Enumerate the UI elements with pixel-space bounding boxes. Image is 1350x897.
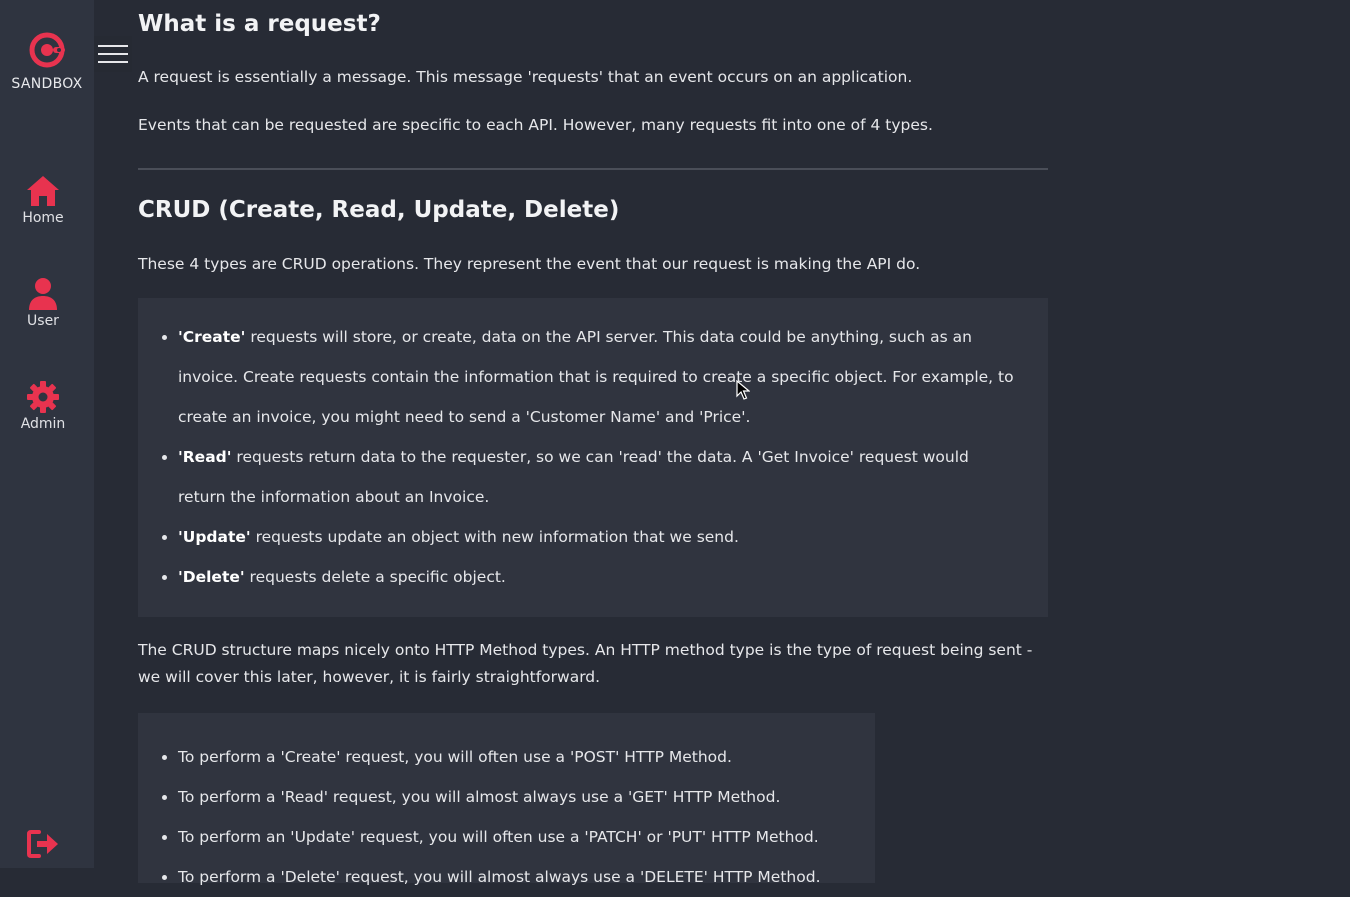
paragraph: A request is essentially a message. This… [138, 68, 913, 86]
list-item: 'Read' requests return data to the reque… [178, 437, 1018, 517]
http-method-list: To perform a 'Create' request, you will … [138, 713, 875, 897]
list-item: To perform a 'Delete' request, you will … [178, 857, 855, 897]
hamburger-line [98, 61, 128, 63]
home-icon [27, 176, 59, 206]
list-item-term: 'Read' [178, 448, 232, 466]
sidebar-item-label: User [27, 313, 59, 329]
gear-icon [27, 381, 59, 413]
list-item: To perform a 'Read' request, you will al… [178, 777, 855, 817]
list-item: To perform an 'Update' request, you will… [178, 817, 855, 857]
list-item-term: 'Create' [178, 328, 246, 346]
sandbox-logo-icon [29, 32, 65, 68]
sidebar-item-label: Home [22, 210, 64, 226]
sidebar-item-user[interactable]: User [0, 277, 86, 329]
list-item: 'Update' requests update an object with … [178, 517, 1018, 557]
sidebar-item-admin[interactable]: Admin [0, 380, 86, 432]
paragraph: Events that can be requested are specifi… [138, 116, 933, 134]
paragraph: These 4 types are CRUD operations. They … [138, 255, 921, 273]
divider [138, 168, 1048, 170]
list-item-text: requests delete a specific object. [244, 568, 506, 586]
paragraph: The CRUD structure maps nicely onto HTTP… [138, 641, 1033, 686]
list-item-text: requests return data to the requester, s… [178, 448, 969, 506]
logout-icon [27, 830, 58, 858]
logo-text: SANDBOX [11, 76, 83, 92]
list-item: 'Delete' requests delete a specific obje… [178, 557, 1018, 597]
list-item-term: 'Update' [178, 528, 251, 546]
crud-list-panel: 'Create' requests will store, or create,… [138, 298, 1048, 617]
list-item-text: requests update an object with new infor… [250, 528, 739, 546]
list-item: To perform a 'Create' request, you will … [178, 737, 855, 777]
section-heading-crud: CRUD (Create, Read, Update, Delete) [138, 197, 620, 223]
sidebar-item-label: Admin [20, 416, 66, 432]
list-item: 'Create' requests will store, or create,… [178, 317, 1018, 437]
section-heading-request: What is a request? [138, 11, 381, 37]
mouse-cursor-icon [736, 380, 750, 400]
sidebar-item-home[interactable]: Home [0, 174, 86, 226]
user-icon [29, 278, 57, 310]
sidebar: SANDBOX Home User Admin [0, 0, 94, 868]
hamburger-line [98, 53, 128, 55]
http-method-list-panel: To perform a 'Create' request, you will … [138, 713, 875, 886]
list-item-text: requests will store, or create, data on … [178, 328, 1014, 426]
hamburger-line [98, 45, 128, 47]
list-item-term: 'Delete' [178, 568, 245, 586]
crud-list: 'Create' requests will store, or create,… [138, 298, 1048, 597]
menu-toggle-button[interactable] [94, 36, 132, 72]
app-logo[interactable]: SANDBOX [0, 30, 94, 92]
logout-button[interactable] [27, 830, 59, 862]
